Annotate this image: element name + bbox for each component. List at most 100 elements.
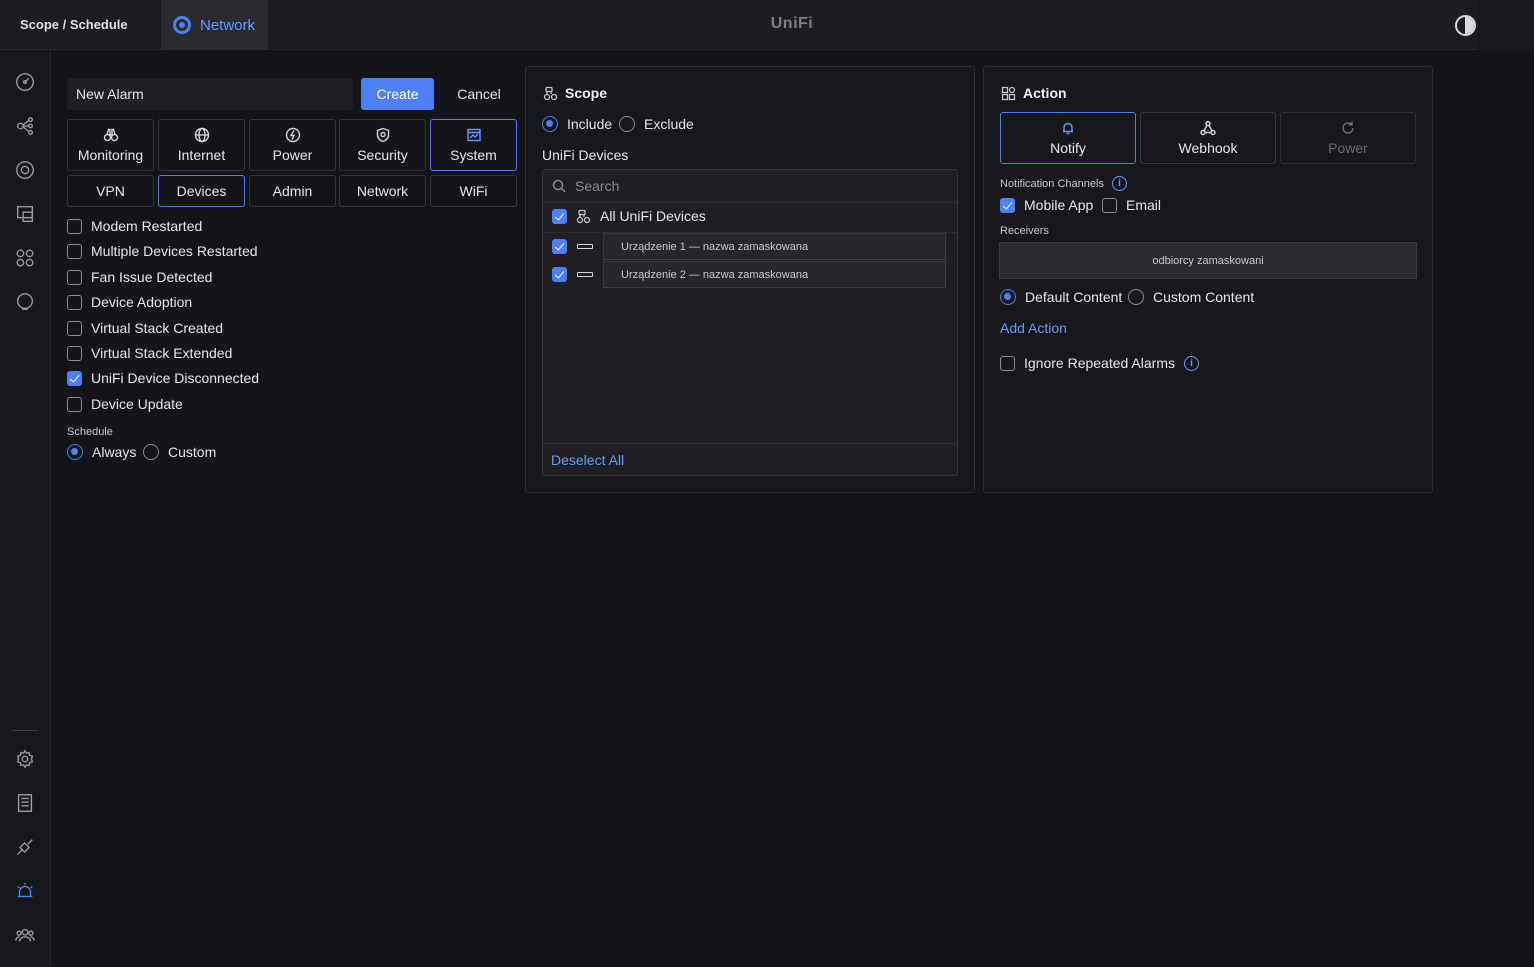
- checkbox-checked[interactable]: [67, 370, 82, 386]
- radio[interactable]: [619, 116, 635, 132]
- checkbox-checked[interactable]: [1000, 197, 1015, 213]
- radio[interactable]: [143, 444, 159, 460]
- action-power-button[interactable]: Power: [1280, 112, 1416, 164]
- schedule-custom-radio[interactable]: Custom: [143, 444, 216, 460]
- checkbox-checked[interactable]: [552, 267, 567, 282]
- category-label: System: [450, 147, 497, 163]
- device-row[interactable]: Urządzenie 1 — nazwa zamaskowana: [552, 233, 946, 260]
- category-power[interactable]: Power: [249, 119, 336, 171]
- devices-icon[interactable]: [12, 157, 38, 183]
- switch-device-icon: [577, 272, 593, 277]
- checkbox-checked[interactable]: [552, 208, 567, 224]
- action-notify-button[interactable]: Notify: [1000, 112, 1136, 164]
- apps-icon[interactable]: [12, 245, 38, 271]
- app-tab-network[interactable]: Network: [161, 0, 268, 50]
- category-system[interactable]: System: [430, 119, 517, 171]
- action-button-label: Power: [1328, 140, 1368, 156]
- category-label: Power: [272, 147, 313, 163]
- checkbox-checked[interactable]: [552, 239, 567, 254]
- subcategory-vpn[interactable]: VPN: [67, 175, 154, 207]
- channel-label: Email: [1126, 197, 1162, 213]
- radio-label: Always: [92, 444, 137, 460]
- all-devices-row[interactable]: All UniFi Devices: [552, 208, 706, 224]
- subcategory-wifi[interactable]: WiFi: [430, 175, 517, 207]
- shield-icon: [376, 127, 389, 143]
- event-virtual-stack-extended[interactable]: Virtual Stack Extended: [67, 345, 232, 361]
- event-label: Modem Restarted: [91, 218, 203, 234]
- event-device-adoption[interactable]: Device Adoption: [67, 294, 192, 310]
- schedule-always-radio[interactable]: Always: [67, 444, 136, 460]
- event-fan-issue-detected[interactable]: Fan Issue Detected: [67, 269, 212, 285]
- create-button[interactable]: Create: [361, 78, 434, 110]
- dashboard-icon[interactable]: [12, 69, 38, 95]
- radio[interactable]: [1128, 289, 1144, 305]
- event-virtual-stack-created[interactable]: Virtual Stack Created: [67, 320, 223, 336]
- device-row[interactable]: Urządzenie 2 — nazwa zamaskowana: [552, 261, 946, 288]
- event-device-update[interactable]: Device Update: [67, 396, 183, 412]
- deselect-all-link[interactable]: Deselect All: [551, 452, 624, 468]
- sidebar-separator: [12, 730, 38, 731]
- subcategory-devices[interactable]: Devices: [158, 175, 245, 207]
- schedule-label: Schedule: [67, 426, 113, 438]
- receivers-field[interactable]: odbiorcy zamaskowani: [999, 242, 1417, 279]
- checkbox[interactable]: [67, 396, 82, 412]
- users-icon[interactable]: [12, 922, 38, 948]
- event-unifi-device-disconnected[interactable]: UniFi Device Disconnected: [67, 370, 259, 386]
- checkbox[interactable]: [67, 218, 82, 234]
- default-content-radio[interactable]: Default Content: [1000, 289, 1122, 305]
- scope-title: Scope: [543, 85, 607, 101]
- checkbox[interactable]: [67, 243, 82, 259]
- checkbox[interactable]: [67, 320, 82, 336]
- topology-icon[interactable]: [12, 113, 38, 139]
- action-button-label: Webhook: [1178, 140, 1238, 156]
- checkbox[interactable]: [1102, 197, 1117, 213]
- subcategory-admin[interactable]: Admin: [249, 175, 336, 207]
- radio-selected[interactable]: [1000, 289, 1016, 305]
- globe-icon: [194, 127, 209, 143]
- event-multiple-devices-restarted[interactable]: Multiple Devices Restarted: [67, 243, 258, 259]
- theme-toggle-icon[interactable]: [1455, 15, 1476, 36]
- checkbox[interactable]: [67, 345, 82, 361]
- category-monitoring[interactable]: Monitoring: [67, 119, 154, 171]
- logs-icon[interactable]: [12, 790, 38, 816]
- checkbox[interactable]: [67, 294, 82, 310]
- ignore-repeated-alarms[interactable]: Ignore Repeated Alarms i: [1000, 355, 1199, 371]
- cancel-button[interactable]: Cancel: [446, 78, 512, 110]
- custom-content-radio[interactable]: Custom Content: [1128, 289, 1254, 305]
- category-internet[interactable]: Internet: [158, 119, 245, 171]
- radio-selected[interactable]: [67, 444, 83, 460]
- alarm-name-input[interactable]: [67, 78, 353, 110]
- checkbox[interactable]: [1000, 355, 1015, 371]
- scope-devices-icon: [543, 86, 558, 100]
- channel-email[interactable]: Email: [1102, 197, 1161, 213]
- channel-label: Mobile App: [1024, 197, 1094, 213]
- category-label: Internet: [177, 147, 226, 163]
- subcategory-network[interactable]: Network: [339, 175, 426, 207]
- search-input[interactable]: [575, 178, 935, 194]
- settings-icon[interactable]: [12, 746, 38, 772]
- category-security[interactable]: Security: [339, 119, 426, 171]
- top-bar: Scope / Schedule Network UniFi: [0, 0, 1534, 50]
- action-webhook-button[interactable]: Webhook: [1140, 112, 1276, 164]
- category-label: Security: [357, 147, 408, 163]
- radio-label: Include: [567, 116, 613, 132]
- add-action-link[interactable]: Add Action: [1000, 320, 1067, 336]
- device-list: All UniFi Devices Urządzenie 1 — nazwa z…: [542, 169, 958, 476]
- channel-mobile-app[interactable]: Mobile App: [1000, 197, 1093, 213]
- radio-selected[interactable]: [542, 116, 558, 132]
- event-label: Device Update: [91, 396, 183, 412]
- scope-include-radio[interactable]: Include: [542, 116, 612, 132]
- event-modem-restarted[interactable]: Modem Restarted: [67, 218, 202, 234]
- info-icon[interactable]: i: [1183, 355, 1199, 371]
- client-devices-icon[interactable]: [12, 201, 38, 227]
- insights-icon[interactable]: [12, 289, 38, 315]
- breadcrumb: Scope / Schedule: [20, 17, 128, 32]
- info-icon[interactable]: i: [1111, 176, 1127, 191]
- alarm-icon[interactable]: [12, 878, 38, 904]
- integrations-icon[interactable]: [12, 834, 38, 860]
- event-label: Device Adoption: [91, 294, 193, 310]
- ignore-repeated-label: Ignore Repeated Alarms: [1024, 355, 1175, 371]
- checkbox[interactable]: [67, 269, 82, 285]
- devices-group-icon: [576, 209, 591, 223]
- scope-exclude-radio[interactable]: Exclude: [619, 116, 694, 132]
